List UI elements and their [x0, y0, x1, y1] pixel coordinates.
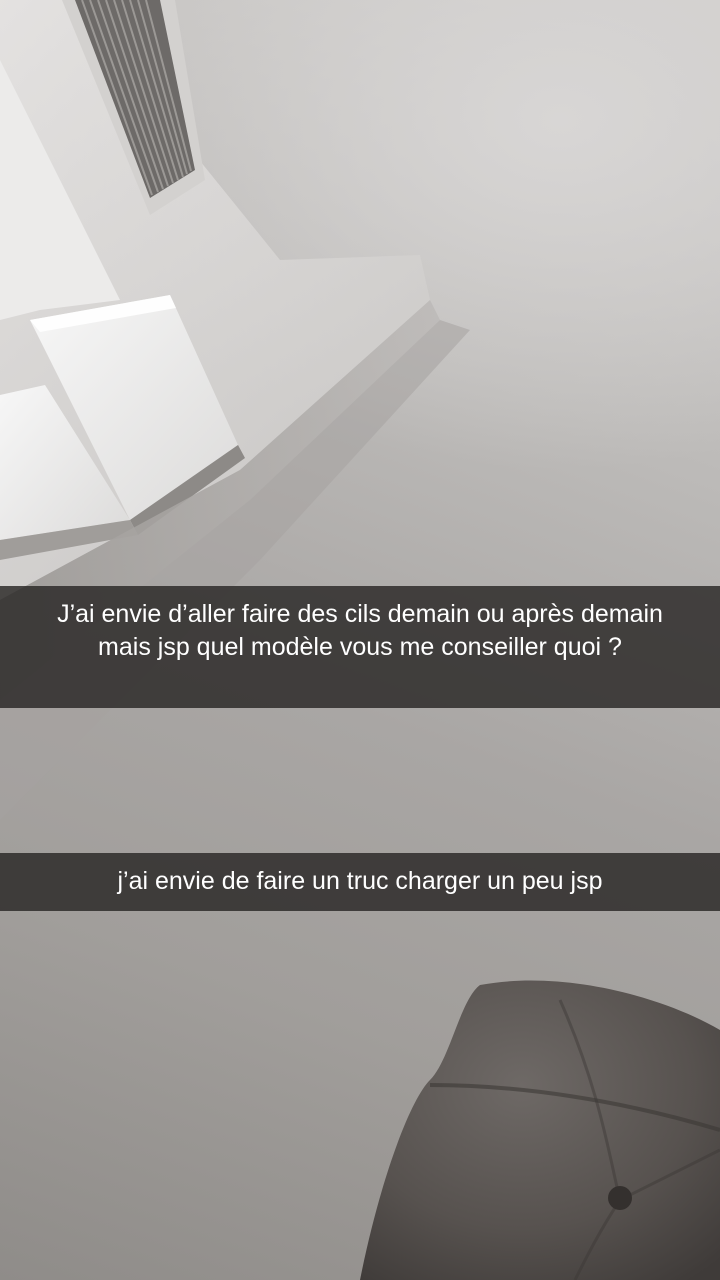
chair-icon	[360, 980, 720, 1280]
caption-text-1: J’ai envie d’aller faire des cils demain…	[57, 600, 663, 661]
snap-view[interactable]: J’ai envie d’aller faire des cils demain…	[0, 0, 720, 1280]
caption-bar-1: J’ai envie d’aller faire des cils demain…	[0, 586, 720, 708]
caption-text-2: j’ai envie de faire un truc charger un p…	[117, 867, 603, 895]
caption-bar-2: j’ai envie de faire un truc charger un p…	[0, 853, 720, 911]
